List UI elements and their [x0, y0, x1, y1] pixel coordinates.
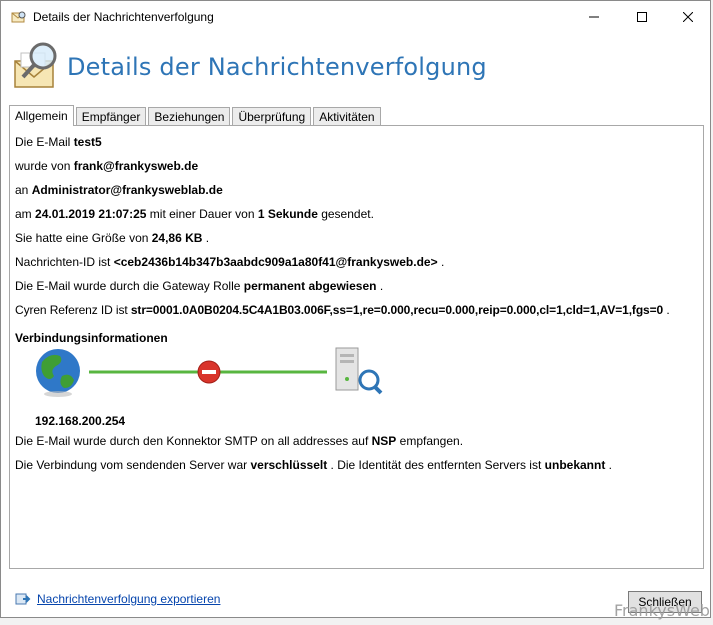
tab-allgemein[interactable]: Allgemein — [9, 105, 74, 126]
minimize-button[interactable] — [571, 1, 617, 33]
envelope-search-icon — [11, 11, 26, 23]
tab-empfaenger[interactable]: Empfänger — [75, 107, 147, 126]
tab-strip: Allgemein Empfänger Beziehungen Überprüf… — [9, 105, 383, 126]
identity-suffix: . — [605, 458, 612, 472]
watermark: FrankysWeb — [614, 601, 710, 620]
ip-address: 192.168.200.254 — [35, 414, 126, 428]
close-icon — [683, 12, 693, 22]
server-search-icon — [335, 347, 383, 395]
identity-value: unbekannt — [544, 458, 606, 472]
maximize-icon — [637, 12, 647, 22]
tab-aktivitaeten[interactable]: Aktivitäten — [313, 107, 381, 126]
window-title: Details der Nachrichtenverfolgung — [33, 10, 214, 24]
title-bar: Details der Nachrichtenverfolgung — [1, 1, 710, 33]
encryption-line: Die Verbindung vom sendenden Server war … — [15, 458, 612, 472]
tab-beziehungen[interactable]: Beziehungen — [148, 107, 231, 126]
message-tracking-window: Details der Nachrichtenverfolgung Detail… — [0, 0, 711, 620]
minimize-icon — [589, 16, 599, 18]
encryption-value: verschlüsselt — [250, 458, 328, 472]
envelope-magnifier-icon — [14, 42, 57, 88]
connector-line: Die E-Mail wurde durch den Konnektor SMT… — [15, 434, 463, 448]
connector-suffix: empfangen. — [396, 434, 464, 448]
maximize-button[interactable] — [619, 1, 665, 33]
page-title: Details der Nachrichtenverfolgung — [67, 53, 487, 81]
globe-icon — [36, 349, 80, 397]
identity-prefix: . Die Identität des entfernten Servers i… — [327, 458, 545, 472]
export-link[interactable]: Nachrichtenverfolgung exportieren — [37, 592, 220, 606]
connector-prefix: Die E-Mail wurde durch den Konnektor SMT… — [15, 434, 372, 448]
export-icon — [15, 593, 31, 605]
tab-ueberpruefung[interactable]: Überprüfung — [232, 107, 312, 126]
blocked-icon — [197, 360, 221, 384]
connection-diagram — [36, 347, 383, 397]
encryption-prefix: Die Verbindung vom sendenden Server war — [15, 458, 251, 472]
general-tab-panel: Die E-Mail test5 wurde von frank@frankys… — [9, 125, 704, 569]
server-value: NSP — [371, 434, 397, 448]
close-window-button[interactable] — [665, 1, 711, 33]
